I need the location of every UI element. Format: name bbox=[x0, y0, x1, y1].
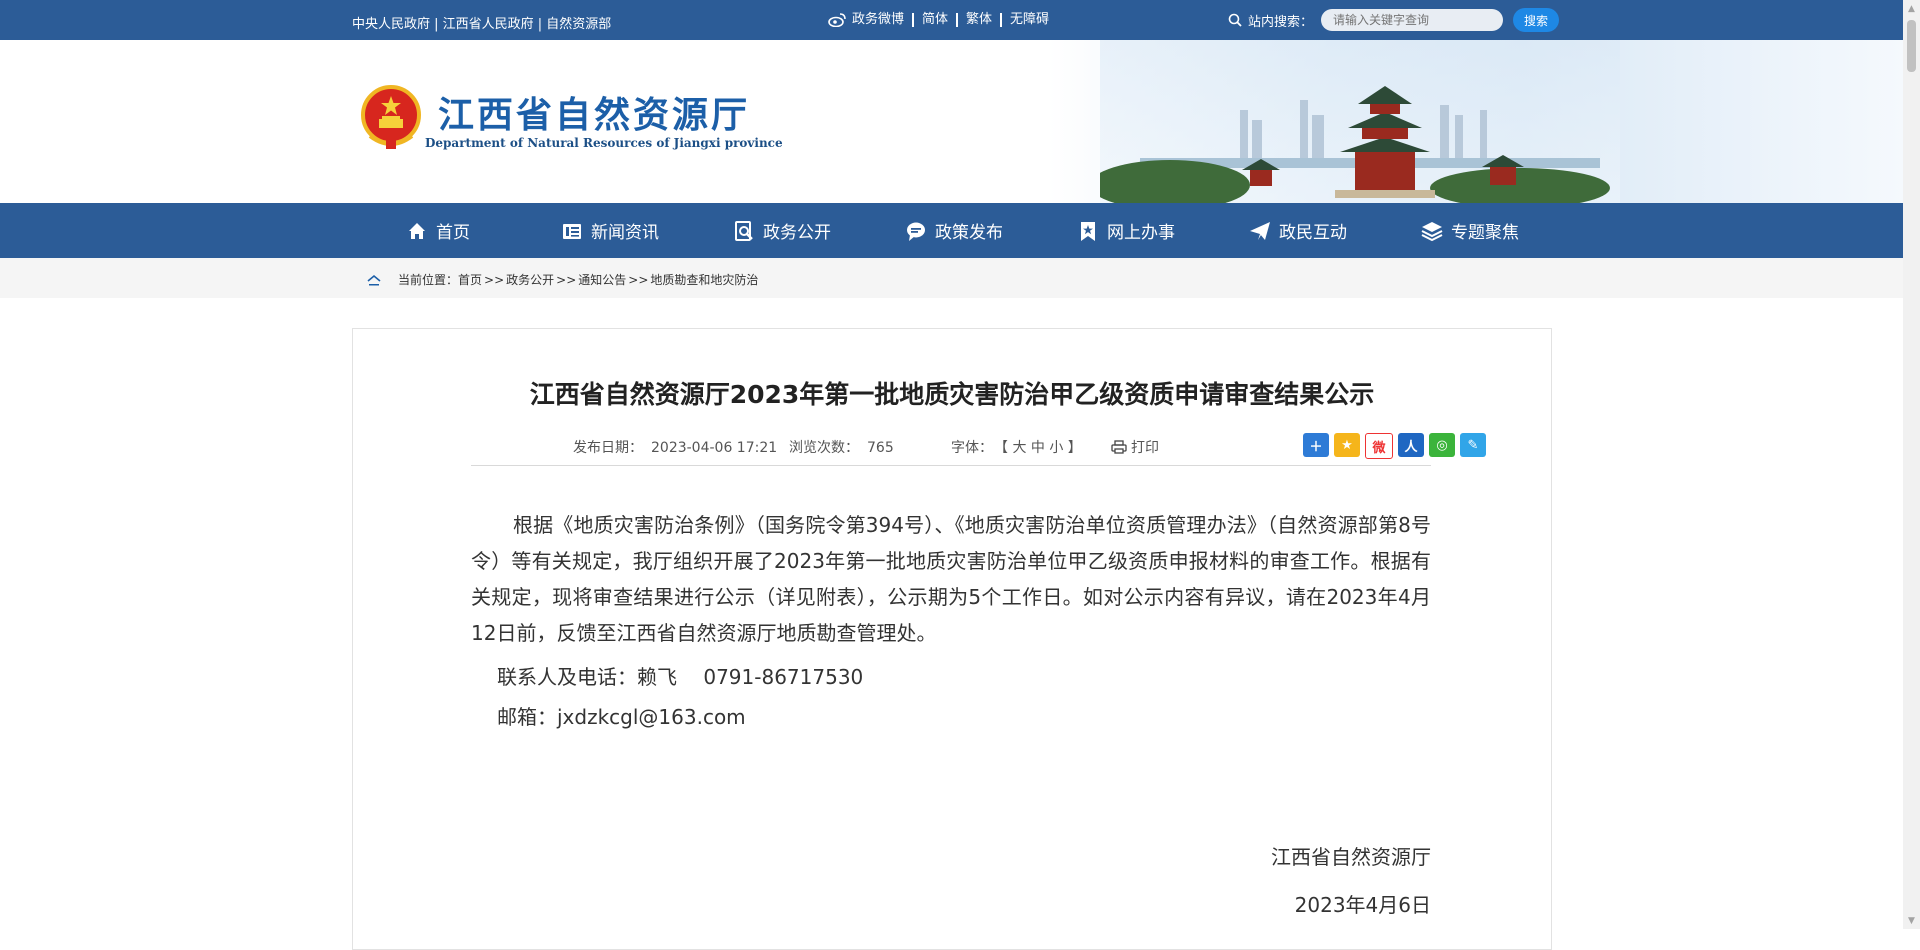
pencil-share-icon[interactable]: ✎ bbox=[1460, 433, 1486, 457]
layers-icon bbox=[1421, 221, 1443, 241]
home-icon bbox=[409, 222, 425, 239]
nav-policy[interactable]: 政策发布 bbox=[868, 203, 1040, 258]
nav-gov-affairs[interactable]: 政务公开 bbox=[696, 203, 868, 258]
nav-home-label: 首页 bbox=[436, 223, 470, 243]
views-value: 765 bbox=[867, 440, 894, 456]
site-subtitle: Department of Natural Resources of Jiang… bbox=[425, 136, 783, 150]
share-bar: ＋ ★ 微 人 ◎ ✎ bbox=[1303, 433, 1486, 459]
renren-icon[interactable]: 人 bbox=[1398, 433, 1424, 457]
scroll-down-icon[interactable]: ▼ bbox=[1903, 912, 1920, 929]
font-size-control: 字体： 【 大 中 小 】 bbox=[951, 437, 1082, 457]
breadcrumb-prefix: 当前位置： bbox=[398, 273, 459, 287]
qzone-icon[interactable]: ★ bbox=[1334, 433, 1360, 457]
nav-interaction[interactable]: 政民互动 bbox=[1212, 203, 1384, 258]
article-title: 江西省自然资源厅2023年第一批地质灾害防治甲乙级资质申请审查结果公示 bbox=[529, 380, 1375, 409]
contact-line: 联系人及电话：赖飞 0791-86717530 bbox=[497, 665, 864, 689]
main-nav: 首页 新闻资讯 政务公开 政策发布 网上办事 政民互动 专题聚焦 bbox=[0, 203, 1903, 258]
signature-date: 2023年4月6日 bbox=[1294, 893, 1431, 917]
nav-policy-label: 政策发布 bbox=[935, 223, 1003, 243]
nav-news-label: 新闻资讯 bbox=[591, 223, 659, 243]
search-doc-icon bbox=[735, 220, 753, 241]
weibo-share-icon[interactable]: 微 bbox=[1365, 433, 1393, 459]
chat-icon bbox=[907, 222, 925, 241]
breadcrumb-gov-affairs[interactable]: 政务公开 bbox=[506, 271, 554, 288]
breadcrumb-bar: 当前位置： 首页 >> 政务公开 >> 通知公告 >> 地质勘查和地灾防治 bbox=[0, 258, 1903, 298]
publish-label: 发布日期： bbox=[573, 440, 643, 456]
news-icon bbox=[563, 223, 581, 239]
nav-topics-label: 专题聚焦 bbox=[1451, 223, 1519, 243]
breadcrumb: 当前位置： 首页 >> 政务公开 >> 通知公告 >> 地质勘查和地灾防治 bbox=[366, 271, 758, 288]
font-label: 字体： bbox=[951, 440, 993, 456]
external-links[interactable]: 中央人民政府 | 江西省人民政府 | 自然资源部 bbox=[352, 13, 611, 32]
signature-org: 江西省自然资源厅 bbox=[1271, 845, 1431, 869]
page-scrollbar[interactable]: ▲ ▼ bbox=[1903, 0, 1920, 929]
scroll-up-icon[interactable]: ▲ bbox=[1903, 0, 1920, 17]
article-paragraph: 根据《地质灾害防治条例》（国务院令第394号）、《地质灾害防治单位资质管理办法》… bbox=[471, 513, 1431, 645]
nav-online-services[interactable]: 网上办事 bbox=[1040, 203, 1212, 258]
home-small-icon bbox=[367, 274, 381, 285]
nav-interaction-label: 政民互动 bbox=[1279, 223, 1347, 243]
breadcrumb-notices[interactable]: 通知公告 bbox=[578, 271, 626, 288]
scroll-thumb[interactable] bbox=[1907, 20, 1916, 72]
weibo-label: 政务微博 bbox=[852, 12, 905, 27]
email-line: 邮箱：jxdzkcgl@163.com bbox=[497, 705, 746, 729]
plus-share-icon[interactable]: ＋ bbox=[1303, 433, 1329, 457]
site-search: 站内搜索： 搜索 bbox=[1228, 8, 1560, 32]
article-meta: 发布日期： 2023-04-06 17:21 浏览次数： 765 字体： 【 大 中 … bbox=[471, 433, 1486, 466]
traditional-link[interactable]: 繁体 bbox=[958, 13, 1003, 27]
breadcrumb-separator: >> bbox=[628, 272, 649, 287]
search-icon bbox=[1228, 13, 1242, 27]
header-banner: 江西省自然资源厅 Department of Natural Resources… bbox=[0, 40, 1903, 203]
article-body: 根据《地质灾害防治条例》（国务院令第394号）、《地质灾害防治单位资质管理办法》… bbox=[471, 507, 1431, 923]
nav-online-services-label: 网上办事 bbox=[1107, 223, 1175, 243]
site-title[interactable]: 江西省自然资源厅 bbox=[438, 86, 750, 138]
weibo-link[interactable]: 政务微博 bbox=[820, 12, 915, 27]
top-bar-tools: 政务微博 简体 繁体 无障碍 bbox=[820, 13, 1057, 27]
national-emblem-icon bbox=[361, 85, 421, 149]
nav-home[interactable]: 首页 bbox=[352, 203, 524, 258]
nav-topics[interactable]: 专题聚焦 bbox=[1384, 203, 1556, 258]
font-size-options[interactable]: 【 大 中 小 】 bbox=[1001, 440, 1082, 456]
search-button[interactable]: 搜索 bbox=[1513, 8, 1560, 32]
simplified-link[interactable]: 简体 bbox=[914, 13, 959, 27]
breadcrumb-geology[interactable]: 地质勘查和地灾防治 bbox=[650, 271, 758, 288]
pavilion-scenery bbox=[1100, 40, 1620, 203]
publish-date-value: 2023-04-06 17:21 bbox=[651, 440, 778, 456]
paper-plane-icon bbox=[1250, 221, 1270, 240]
bookmark-star-icon bbox=[1081, 221, 1095, 241]
accessibility-link[interactable]: 无障碍 bbox=[1002, 13, 1057, 27]
nav-gov-affairs-label: 政务公开 bbox=[763, 223, 831, 243]
search-label: 站内搜索： bbox=[1248, 14, 1314, 30]
weibo-icon bbox=[828, 13, 846, 27]
article-container: 江西省自然资源厅2023年第一批地质灾害防治甲乙级资质申请审查结果公示 发布日期… bbox=[352, 328, 1552, 950]
printer-icon bbox=[1111, 440, 1127, 454]
breadcrumb-separator: >> bbox=[484, 272, 505, 287]
print-label: 打印 bbox=[1131, 440, 1159, 456]
search-input[interactable] bbox=[1321, 9, 1504, 31]
wechat-icon[interactable]: ◎ bbox=[1429, 433, 1455, 457]
breadcrumb-home[interactable]: 首页 bbox=[458, 271, 482, 288]
views-label: 浏览次数： bbox=[789, 440, 859, 456]
print-button[interactable]: 打印 bbox=[1111, 437, 1159, 457]
breadcrumb-separator: >> bbox=[556, 272, 577, 287]
view-count: 浏览次数： 765 bbox=[789, 437, 894, 457]
top-bar: 中央人民政府 | 江西省人民政府 | 自然资源部 政务微博 简体 繁体 无障碍 … bbox=[0, 0, 1903, 40]
nav-news[interactable]: 新闻资讯 bbox=[524, 203, 696, 258]
publish-date: 发布日期： 2023-04-06 17:21 bbox=[573, 437, 777, 457]
